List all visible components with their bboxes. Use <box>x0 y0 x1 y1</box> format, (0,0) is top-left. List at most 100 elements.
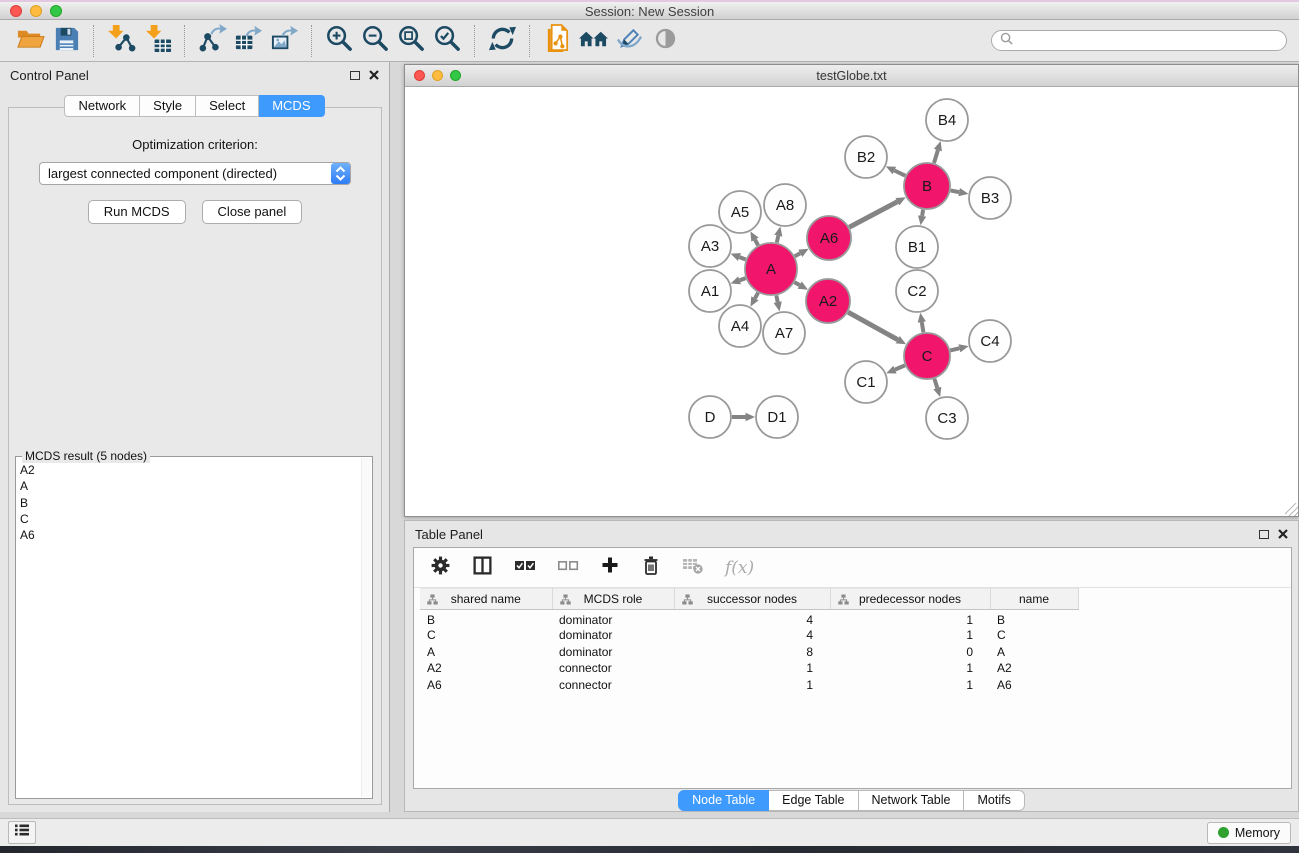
zoom-in-button[interactable] <box>321 24 357 58</box>
criterion-select[interactable]: largest connected component (directed) <box>39 162 351 185</box>
graph-node-D[interactable]: D <box>689 396 731 438</box>
table-row[interactable]: Bdominator41B <box>420 610 1078 628</box>
table-cell[interactable]: B <box>990 610 1078 628</box>
mcds-result-item[interactable]: B <box>20 495 359 511</box>
select-all-button[interactable] <box>514 557 536 578</box>
table-cell[interactable]: A <box>990 644 1078 661</box>
table-row[interactable]: Cdominator41C <box>420 627 1078 644</box>
table-cell[interactable]: 1 <box>830 660 990 677</box>
graph-node-A8[interactable]: A8 <box>764 184 806 226</box>
graph-edge-A-A8[interactable] <box>777 236 779 243</box>
graph-node-A3[interactable]: A3 <box>689 225 731 267</box>
graph-edge-B-B1[interactable] <box>922 210 923 216</box>
duplicate-network-button[interactable] <box>539 24 575 58</box>
graph-node-A2[interactable]: A2 <box>806 279 850 323</box>
close-network-button[interactable] <box>414 70 425 81</box>
add-column-button[interactable] <box>600 555 620 580</box>
float-panel-icon[interactable] <box>1259 530 1269 539</box>
graph-edge-A-A4[interactable] <box>755 293 758 299</box>
table-settings-button[interactable] <box>430 555 451 581</box>
delete-column-button[interactable] <box>641 555 661 581</box>
table-row[interactable]: Adominator80A <box>420 644 1078 661</box>
search-input[interactable] <box>1018 34 1278 48</box>
column-header-predecessor-nodes[interactable]: predecessor nodes <box>830 589 990 610</box>
graph-node-A[interactable]: A <box>745 243 797 295</box>
zoom-network-button[interactable] <box>450 70 461 81</box>
graph-edge-B-B3[interactable] <box>951 191 960 193</box>
table-cell[interactable]: dominator <box>552 610 674 628</box>
graph-edge-A-A1[interactable] <box>740 278 746 280</box>
table-cell[interactable]: 0 <box>830 644 990 661</box>
graph-edge-A-A2[interactable] <box>795 282 800 285</box>
mcds-result-item[interactable]: A6 <box>20 527 359 543</box>
graph-edge-A6-B[interactable] <box>849 202 897 228</box>
graph-node-B3[interactable]: B3 <box>969 177 1011 219</box>
minimize-network-button[interactable] <box>432 70 443 81</box>
memory-button[interactable]: Memory <box>1207 822 1291 844</box>
graph-edge-C-C3[interactable] <box>934 379 937 388</box>
graph-node-A7[interactable]: A7 <box>763 312 805 354</box>
graph-node-A5[interactable]: A5 <box>719 191 761 233</box>
table-cell[interactable]: C <box>990 627 1078 644</box>
zoom-fit-button[interactable] <box>393 24 429 58</box>
tab-network-table[interactable]: Network Table <box>859 790 965 811</box>
mcds-result-item[interactable]: A <box>20 478 359 494</box>
graph-node-C2[interactable]: C2 <box>896 270 938 312</box>
export-image-button[interactable] <box>266 24 302 58</box>
export-table-button[interactable] <box>230 24 266 58</box>
network-canvas[interactable]: AA1A2A3A4A5A6A7A8BB1B2B3B4CC1C2C3C4DD1 <box>405 87 1298 516</box>
graph-edge-C-C1[interactable] <box>895 365 905 369</box>
result-scrollbar[interactable] <box>361 458 371 797</box>
save-session-button[interactable] <box>48 24 84 58</box>
graph-node-D1[interactable]: D1 <box>756 396 798 438</box>
table-cell[interactable]: 4 <box>674 627 830 644</box>
table-cell[interactable]: A2 <box>420 660 552 677</box>
run-mcds-button[interactable]: Run MCDS <box>88 200 186 224</box>
tab-mcds[interactable]: MCDS <box>259 95 324 117</box>
table-cell[interactable]: A <box>420 644 552 661</box>
close-panel-icon[interactable] <box>1278 529 1288 539</box>
table-cell[interactable]: dominator <box>552 627 674 644</box>
graph-node-C3[interactable]: C3 <box>926 397 968 439</box>
mcds-result-item[interactable]: C <box>20 511 359 527</box>
zoom-out-button[interactable] <box>357 24 393 58</box>
graph-edge-C-C2[interactable] <box>922 322 924 332</box>
table-cell[interactable]: connector <box>552 677 674 694</box>
graph-edge-A-A6[interactable] <box>795 253 801 256</box>
close-panel-button[interactable]: Close panel <box>202 200 303 224</box>
table-cell[interactable]: dominator <box>552 644 674 661</box>
table-cell[interactable]: A2 <box>990 660 1078 677</box>
graph-edge-A-A3[interactable] <box>740 257 746 259</box>
hide-labels-button[interactable] <box>611 24 647 58</box>
float-panel-icon[interactable] <box>350 71 360 80</box>
table-cell[interactable]: 1 <box>830 627 990 644</box>
graph-edge-B-B4[interactable] <box>934 150 938 163</box>
table-row[interactable]: A2connector11A2 <box>420 660 1078 677</box>
table-cell[interactable]: C <box>420 627 552 644</box>
tab-motifs[interactable]: Motifs <box>964 790 1024 811</box>
tab-network[interactable]: Network <box>64 95 140 117</box>
table-cell[interactable]: A6 <box>420 677 552 694</box>
open-session-button[interactable] <box>12 24 48 58</box>
show-columns-button[interactable] <box>472 555 493 581</box>
graph-node-A1[interactable]: A1 <box>689 270 731 312</box>
mcds-result-item[interactable]: A2 <box>20 462 359 478</box>
graph-edge-A-A7[interactable] <box>776 296 777 303</box>
graph-edge-C-C4[interactable] <box>950 348 959 350</box>
graph-edge-B-B2[interactable] <box>894 171 905 176</box>
column-header-successor-nodes[interactable]: successor nodes <box>674 589 830 610</box>
table-cell[interactable]: 1 <box>830 610 990 628</box>
import-table-button[interactable] <box>139 24 175 58</box>
show-all-networks-button[interactable] <box>575 24 611 58</box>
graph-edge-A-A5[interactable] <box>755 240 758 246</box>
close-panel-icon[interactable] <box>369 70 379 80</box>
tab-select[interactable]: Select <box>196 95 259 117</box>
tab-edge-table[interactable]: Edge Table <box>769 790 858 811</box>
import-network-button[interactable] <box>103 24 139 58</box>
graph-edge-A2-C[interactable] <box>848 312 898 340</box>
table-row[interactable]: A6connector11A6 <box>420 677 1078 694</box>
graph-node-C1[interactable]: C1 <box>845 361 887 403</box>
graph-node-B[interactable]: B <box>904 163 950 209</box>
deselect-all-button[interactable] <box>557 557 579 578</box>
graph-node-B4[interactable]: B4 <box>926 99 968 141</box>
